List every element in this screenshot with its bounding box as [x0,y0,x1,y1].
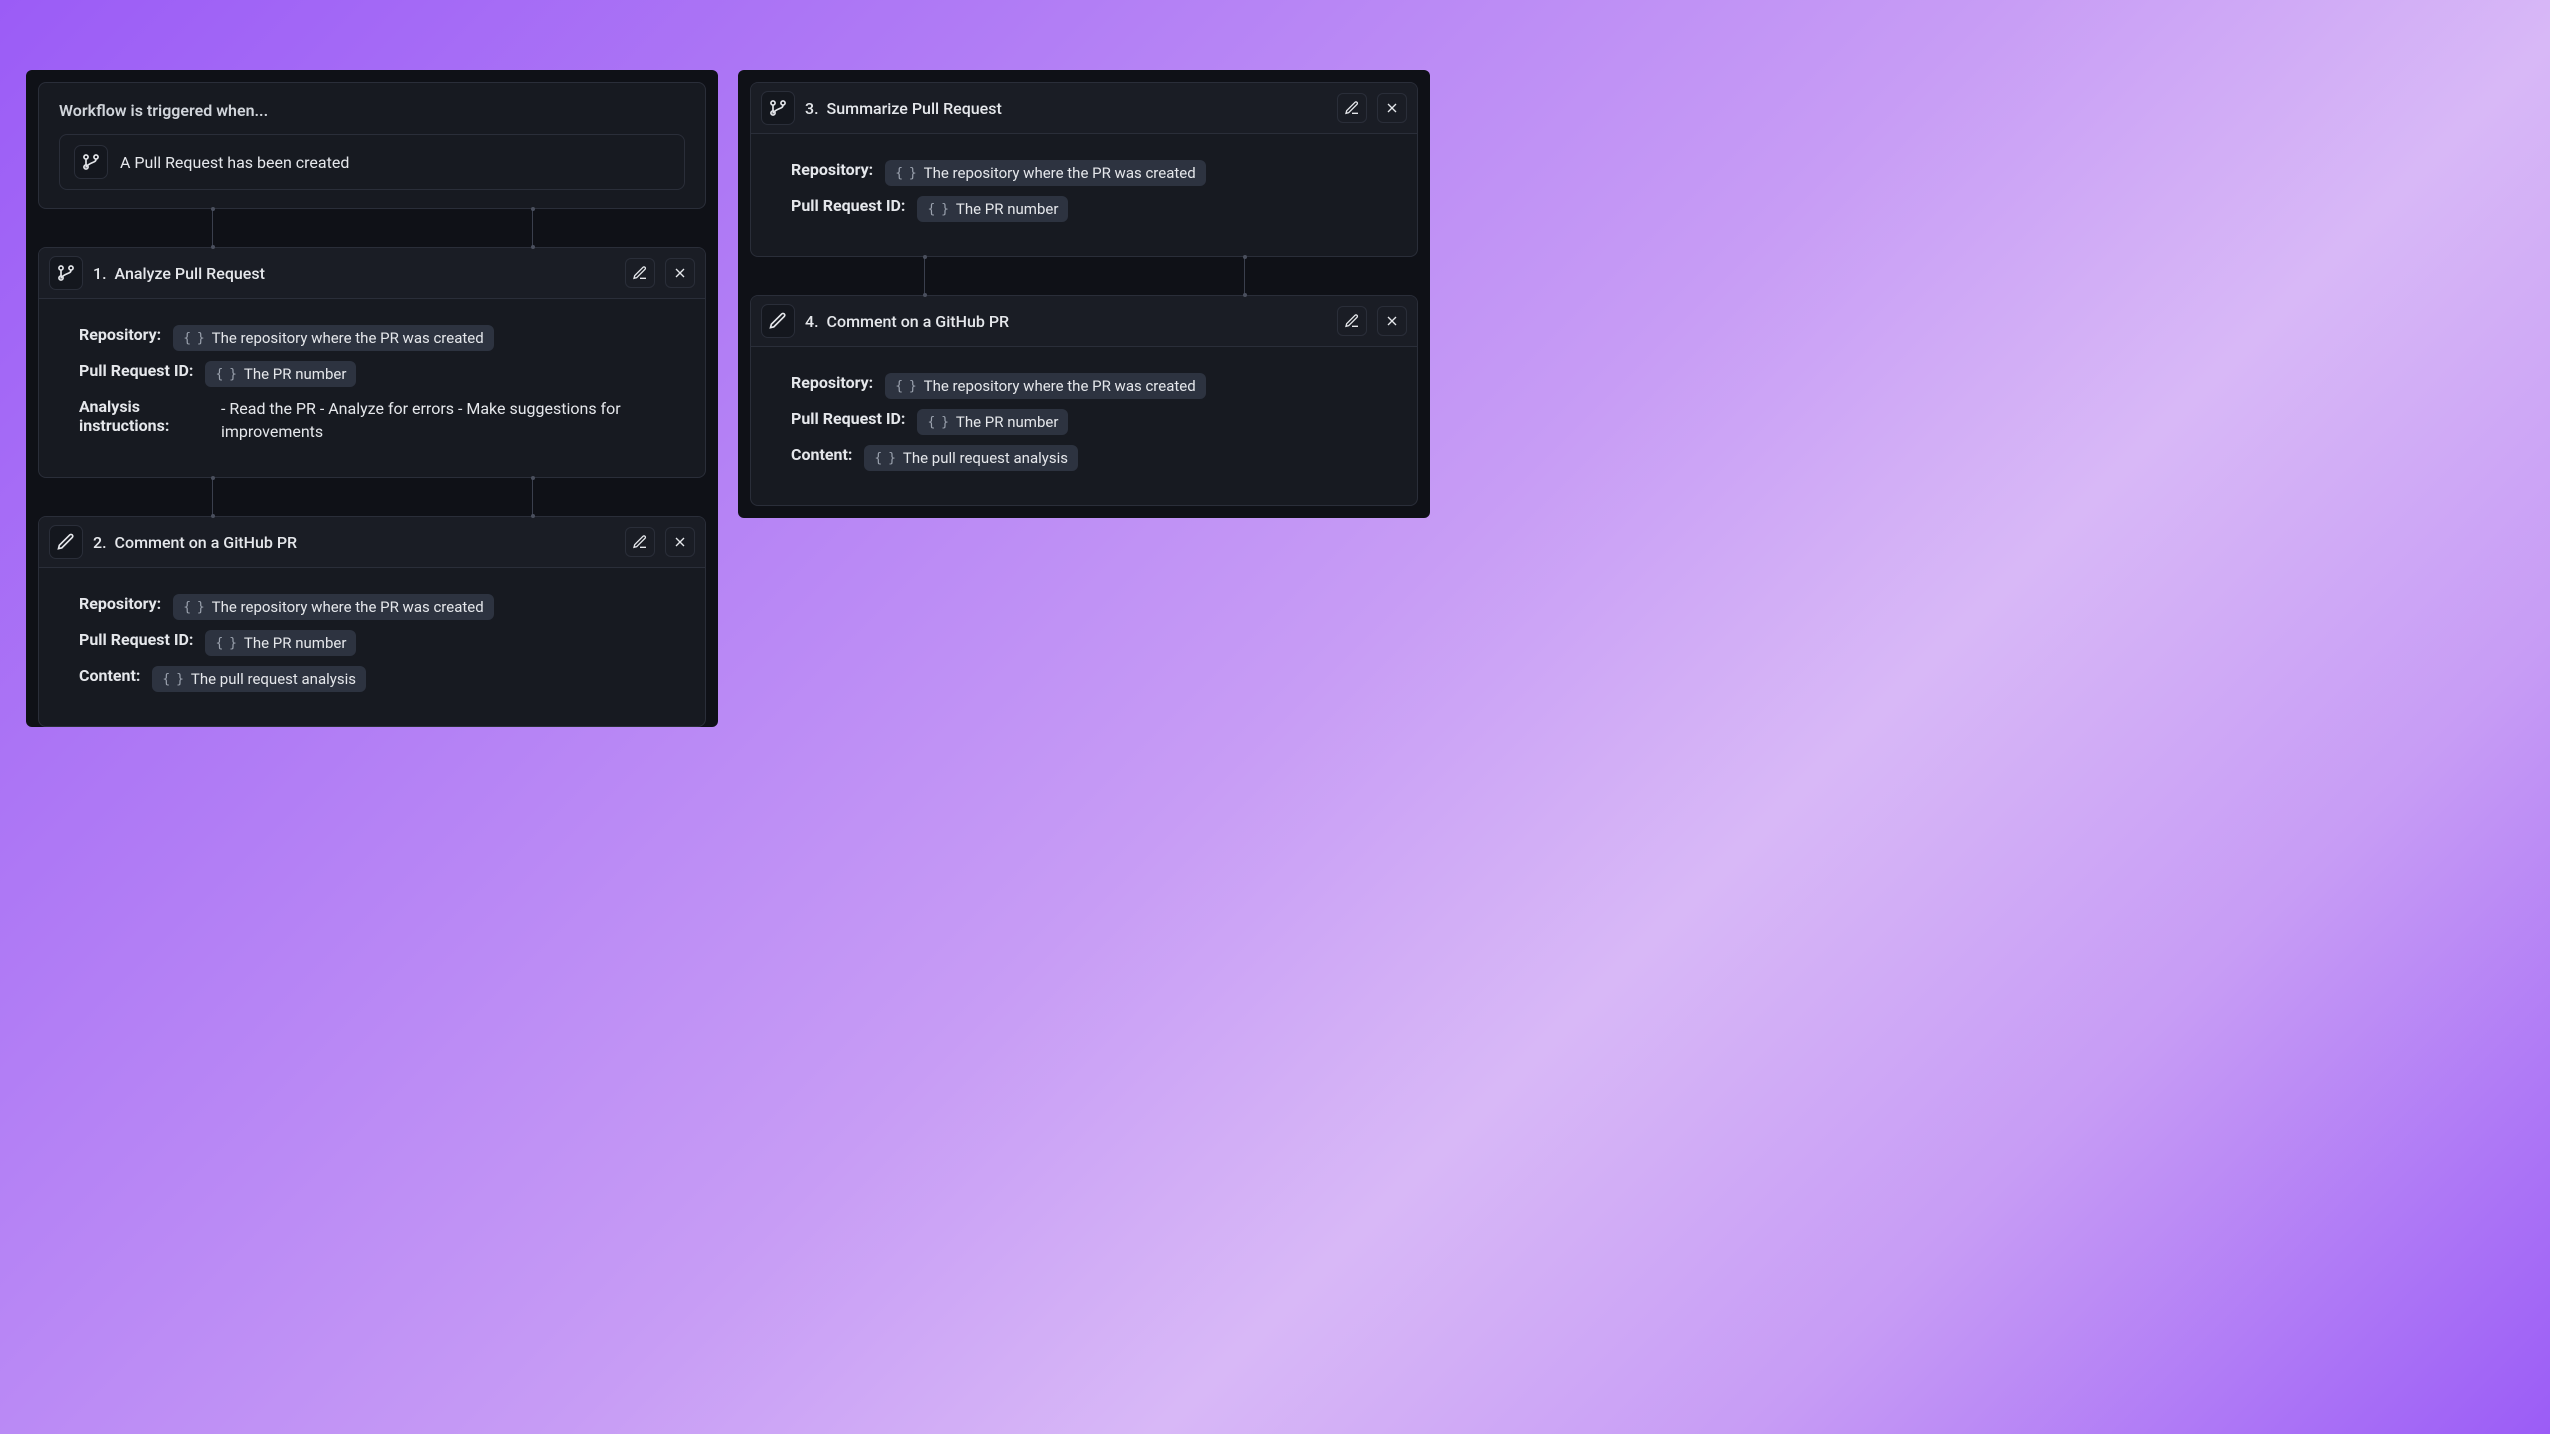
param-row: Pull Request ID: { } The PR number [791,196,1377,222]
param-row: Pull Request ID: { } The PR number [791,409,1377,435]
param-value-text: - Read the PR - Analyze for errors - Mak… [221,397,665,443]
git-branch-icon [761,91,795,125]
step-number: 1. [93,264,107,283]
step-header: 3. Summarize Pull Request [751,83,1417,134]
close-button[interactable] [1377,93,1407,123]
step-header: 4. Comment on a GitHub PR [751,296,1417,347]
param-label: Pull Request ID: [791,409,905,428]
step-number: 2. [93,533,107,552]
param-row: Repository: { } The repository where the … [791,160,1377,186]
chip-value: The PR number [244,634,346,652]
connector [38,478,706,516]
braces-icon: { } [183,600,203,615]
braces-icon: { } [927,415,947,430]
param-label: Repository: [79,325,161,344]
variable-chip[interactable]: { } The PR number [205,361,356,387]
braces-icon: { } [927,202,947,217]
chip-value: The repository where the PR was created [212,598,484,616]
step-number: 3. [805,99,819,118]
edit-button[interactable] [1337,93,1367,123]
pencil-icon [49,525,83,559]
trigger-card: Workflow is triggered when... A Pull Req… [38,82,706,209]
chip-value: The repository where the PR was created [212,329,484,347]
variable-chip[interactable]: { } The PR number [205,630,356,656]
step-body: Repository: { } The repository where the … [751,134,1417,256]
step-body: Repository: { } The repository where the … [39,299,705,477]
braces-icon: { } [183,331,203,346]
step-header: 1. Analyze Pull Request [39,248,705,299]
param-label: Content: [79,666,140,685]
param-row: Analysis instructions: - Read the PR - A… [79,397,665,443]
pencil-icon [761,304,795,338]
connector [750,257,1418,295]
git-branch-icon [49,256,83,290]
chip-value: The pull request analysis [191,670,356,688]
variable-chip[interactable]: { } The pull request analysis [864,445,1078,471]
param-row: Repository: { } The repository where the … [791,373,1377,399]
chip-value: The PR number [956,200,1058,218]
step-title-text: Analyze Pull Request [115,264,265,283]
workflow-columns: Workflow is triggered when... A Pull Req… [26,70,2524,727]
left-panel: Workflow is triggered when... A Pull Req… [26,70,718,727]
trigger-heading: Workflow is triggered when... [59,101,685,120]
chip-value: The PR number [956,413,1058,431]
step-number: 4. [805,312,819,331]
braces-icon: { } [215,636,235,651]
step-body: Repository: { } The repository where the … [751,347,1417,505]
close-button[interactable] [665,527,695,557]
edit-button[interactable] [625,258,655,288]
step-body: Repository: { } The repository where the … [39,568,705,726]
variable-chip[interactable]: { } The PR number [917,409,1068,435]
step-card-1: 1. Analyze Pull Request Repository: { } T… [38,247,706,478]
param-row: Content: { } The pull request analysis [79,666,665,692]
step-header: 2. Comment on a GitHub PR [39,517,705,568]
variable-chip[interactable]: { } The repository where the PR was creat… [885,373,1205,399]
param-label: Pull Request ID: [791,196,905,215]
step-title-text: Comment on a GitHub PR [827,312,1010,331]
step-card-3: 3. Summarize Pull Request Repository: { … [750,82,1418,257]
chip-value: The repository where the PR was created [924,377,1196,395]
close-button[interactable] [1377,306,1407,336]
edit-button[interactable] [1337,306,1367,336]
param-row: Repository: { } The repository where the … [79,594,665,620]
variable-chip[interactable]: { } The PR number [917,196,1068,222]
trigger-event-text: A Pull Request has been created [120,153,349,172]
right-panel: 3. Summarize Pull Request Repository: { … [738,70,1430,518]
step-title-text: Summarize Pull Request [827,99,1002,118]
braces-icon: { } [162,672,182,687]
param-label: Pull Request ID: [79,361,193,380]
variable-chip[interactable]: { } The repository where the PR was creat… [173,594,493,620]
connector [38,209,706,247]
param-row: Repository: { } The repository where the … [79,325,665,351]
variable-chip[interactable]: { } The repository where the PR was creat… [173,325,493,351]
chip-value: The PR number [244,365,346,383]
variable-chip[interactable]: { } The repository where the PR was creat… [885,160,1205,186]
param-row: Pull Request ID: { } The PR number [79,361,665,387]
param-label: Pull Request ID: [79,630,193,649]
braces-icon: { } [895,166,915,181]
chip-value: The pull request analysis [903,449,1068,467]
braces-icon: { } [215,367,235,382]
edit-button[interactable] [625,527,655,557]
braces-icon: { } [895,379,915,394]
trigger-event-row[interactable]: A Pull Request has been created [59,134,685,190]
param-label: Content: [791,445,852,464]
param-label: Repository: [79,594,161,613]
step-card-2: 2. Comment on a GitHub PR Repository: { … [38,516,706,727]
step-card-4: 4. Comment on a GitHub PR Repository: { … [750,295,1418,506]
git-branch-icon [74,145,108,179]
braces-icon: { } [874,451,894,466]
param-label: Repository: [791,160,873,179]
param-row: Pull Request ID: { } The PR number [79,630,665,656]
param-label: Analysis instructions: [79,397,209,435]
param-row: Content: { } The pull request analysis [791,445,1377,471]
variable-chip[interactable]: { } The pull request analysis [152,666,366,692]
close-button[interactable] [665,258,695,288]
param-label: Repository: [791,373,873,392]
step-title-text: Comment on a GitHub PR [115,533,298,552]
chip-value: The repository where the PR was created [924,164,1196,182]
